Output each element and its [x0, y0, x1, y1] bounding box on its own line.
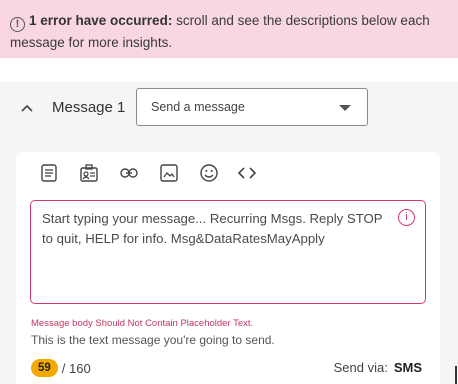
- text-icon[interactable]: [38, 162, 60, 184]
- error-banner: ! 1 error have occurred: scroll and see t…: [0, 0, 458, 58]
- message-header: Message 1 Send a message: [0, 82, 458, 140]
- message-body-input[interactable]: Start typing your message... Recurring M…: [30, 200, 426, 304]
- char-count-badge: 59: [31, 359, 58, 377]
- send-via-label: Send via:: [333, 360, 388, 375]
- message-panel: Message 1 Send a message Start typing yo…: [0, 82, 458, 384]
- image-icon[interactable]: [158, 162, 180, 184]
- send-via: Send via: SMS: [334, 360, 422, 375]
- message-type-select[interactable]: Send a message: [136, 88, 368, 126]
- code-icon[interactable]: [236, 162, 258, 184]
- error-info-icon: i: [398, 209, 415, 226]
- error-count-text: 1 error have occurred:: [29, 13, 173, 28]
- message-title: Message 1: [52, 99, 126, 116]
- message-hint: This is the text message you're going to…: [31, 333, 275, 347]
- character-counter: 59 / 160: [31, 359, 91, 377]
- emoji-icon[interactable]: [198, 162, 220, 184]
- chevron-up-icon[interactable]: [20, 101, 34, 115]
- send-via-value: SMS: [393, 360, 422, 375]
- contact-card-icon[interactable]: [78, 162, 100, 184]
- char-limit: / 160: [61, 360, 91, 376]
- validation-error: Message body Should Not Contain Placehol…: [31, 318, 254, 329]
- message-body-text: Start typing your message... Recurring M…: [42, 211, 383, 246]
- link-icon[interactable]: [118, 162, 140, 184]
- message-editor: Start typing your message... Recurring M…: [16, 152, 440, 384]
- caret-down-icon: [339, 105, 351, 111]
- alert-circle-icon: !: [10, 17, 25, 32]
- message-type-value: Send a message: [151, 100, 245, 114]
- text-cursor: [455, 366, 457, 384]
